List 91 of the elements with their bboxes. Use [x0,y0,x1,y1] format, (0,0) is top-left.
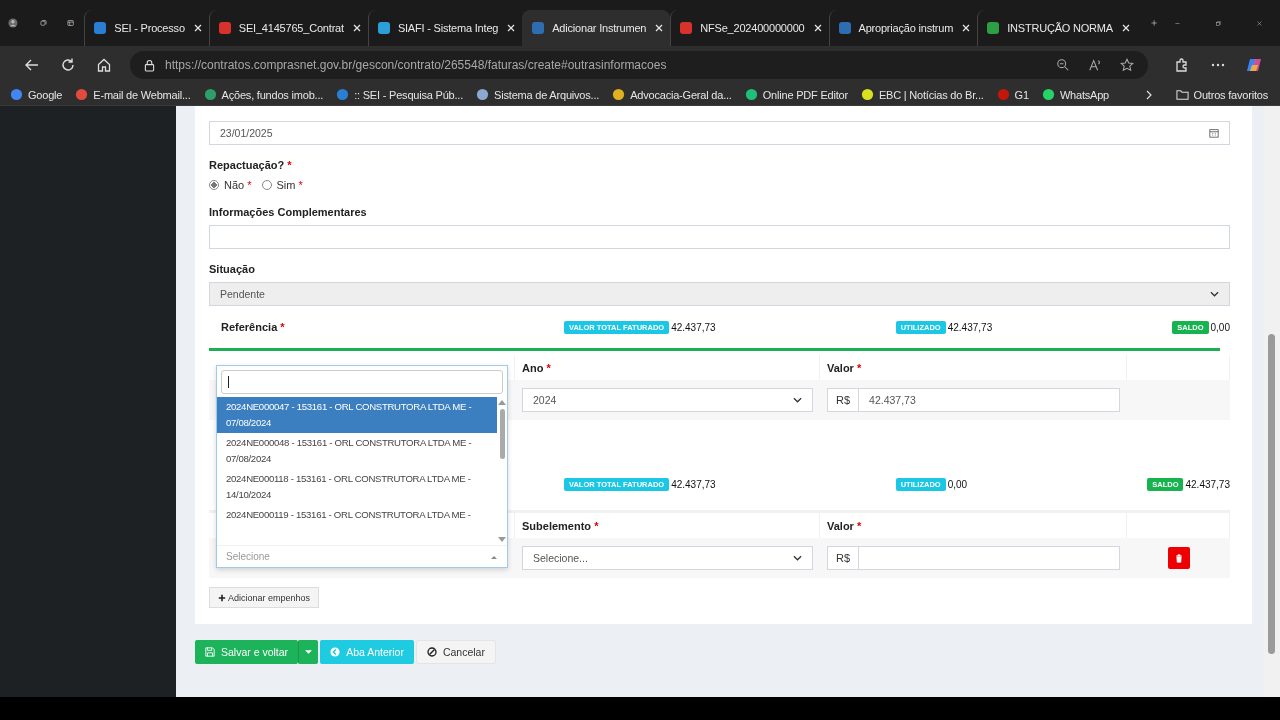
url-text: https://contratos.comprasnet.gov.br/gescon/contrato/265548/faturas/create#outrasinformacoes [165,58,668,72]
home-icon[interactable] [96,57,112,73]
caret-icon [793,555,802,561]
radio-button[interactable] [261,180,272,190]
bookmark[interactable]: Sistema de Arquivos... [476,88,600,101]
field-label: Situação [209,263,256,275]
dropdown-toggle[interactable] [298,640,319,664]
bookmark[interactable]: WhatsApp [1041,88,1110,101]
delete-button[interactable] [1167,547,1190,569]
amount-text: 42.437,73 [671,321,716,333]
reload-icon[interactable] [60,57,76,73]
caret-icon [1210,291,1219,297]
amount-text: 0,00 [947,478,968,490]
scrollbar[interactable] [1264,106,1280,697]
back-icon[interactable] [24,57,40,73]
bookmark[interactable]: :: SEI - Pesquisa Púb... [336,88,464,101]
close-icon[interactable] [192,23,203,33]
radio-button[interactable] [209,180,219,190]
tab-title: SEI_4145765_Contrat [238,22,344,34]
radio-label: Sim * [276,179,303,191]
close-icon[interactable] [1120,23,1131,33]
amount-text: 42.437,73 [1185,478,1230,490]
amount-text: 0,00 [1210,321,1230,333]
currency-addon: R$ [827,388,859,412]
field-label: Repactuação? * [209,159,293,171]
column-header: Valor * [827,519,862,532]
dropdown-option[interactable]: 2024NE000118 - 153161 - ORL CONSTRUTORA LTDA ME - 14/10/2024 [217,469,497,505]
cancel-button[interactable]: Cancelar [415,640,496,664]
section-title: Referência * [221,321,285,333]
tab-title: NFSe_202400000000 [700,22,805,34]
amount-text: 42.437,73 [947,321,993,333]
arrow-left-circle-icon [330,647,341,657]
caret-icon [793,397,802,403]
bookmark[interactable]: Ações, fundos imob... [203,88,324,101]
caret-icon [305,649,313,655]
trash-icon [1174,553,1183,563]
field-label: Informações Complementares [209,206,368,218]
caret-up-icon [491,554,497,559]
currency-addon: R$ [827,546,859,570]
bookmark[interactable]: E-mail de Webmail... [75,88,191,101]
scroll-down-icon[interactable] [498,537,506,543]
tab-title: SIAFI - Sistema Integ [397,22,499,34]
radio-option[interactable]: Não * [209,179,252,191]
tab-title: Adicionar Instrumen [552,22,647,34]
add-button[interactable]: Adicionar empenhos [209,587,320,608]
select-field[interactable]: Selecione... [522,546,813,570]
close-icon[interactable] [812,23,823,33]
cancel-icon [426,647,437,657]
radio-option[interactable]: Sim * [261,179,303,191]
address-bar[interactable]: https://contratos.comprasnet.gov.br/gescon/contrato/265548/faturas/create#outrasinformacoes [130,51,1148,79]
amount-field[interactable]: 42.437,73 [858,388,1120,412]
folder-icon [1175,88,1189,101]
column-header: Subelemento * [522,519,599,532]
date-field[interactable]: 23/01/2025 [209,121,1230,145]
extensions-icon[interactable] [1174,57,1190,73]
column-header: Ano * [522,361,551,374]
select-placeholder: Selecione [226,551,270,562]
browser-tab[interactable]: Adicionar Instrumen [522,10,671,46]
select-field[interactable]: Pendente [209,282,1230,306]
bookmark[interactable]: EBC | Notícias do Br... [860,88,984,101]
close-icon[interactable] [351,23,362,33]
bookmark[interactable]: Online PDF Editor [744,88,848,101]
dropdown-option[interactable]: 2024NE000047 - 153161 - ORL CONSTRUTORA LTDA ME - 07/08/2024 [217,397,497,433]
input-field[interactable] [209,225,1230,249]
tab-title: SEI - Processo [114,22,185,34]
zoom-out-icon[interactable] [1056,58,1070,72]
calendar-icon [1209,128,1219,138]
select-field[interactable]: 2024 [522,388,813,412]
copilot-icon[interactable] [1246,57,1262,73]
scroll-up-icon[interactable] [498,399,506,405]
close-icon[interactable] [654,23,665,33]
tab-title: Apropriação instrum [858,22,954,34]
lock-icon[interactable] [144,58,155,72]
amount-field[interactable] [858,546,1120,570]
bookmark[interactable]: G1 [996,88,1029,101]
close-icon[interactable] [506,23,517,33]
bookmark[interactable]: Google [10,88,63,101]
plus-icon [218,593,226,602]
dropdown-option[interactable]: 2024NE000119 - 153161 - ORL CONSTRUTORA LTDA ME - [217,505,497,525]
bookmark-folder[interactable]: Outros favoritos [1175,88,1268,101]
tab-title: INSTRUÇÃO NORMA [1007,22,1113,34]
bookmark[interactable]: Advocacia-Geral da... [612,88,732,101]
close-icon[interactable] [961,23,972,33]
read-aloud-icon[interactable] [1088,58,1102,72]
star-icon[interactable] [1120,58,1134,72]
amount-text: 42.437,73 [671,478,716,490]
radio-label: Não * [224,179,252,191]
save-icon [205,647,215,657]
column-header: Valor * [827,361,862,374]
dropdown-option[interactable]: 2024NE000048 - 153161 - ORL CONSTRUTORA LTDA ME - 07/08/2024 [217,433,497,469]
search-field[interactable] [221,370,503,394]
